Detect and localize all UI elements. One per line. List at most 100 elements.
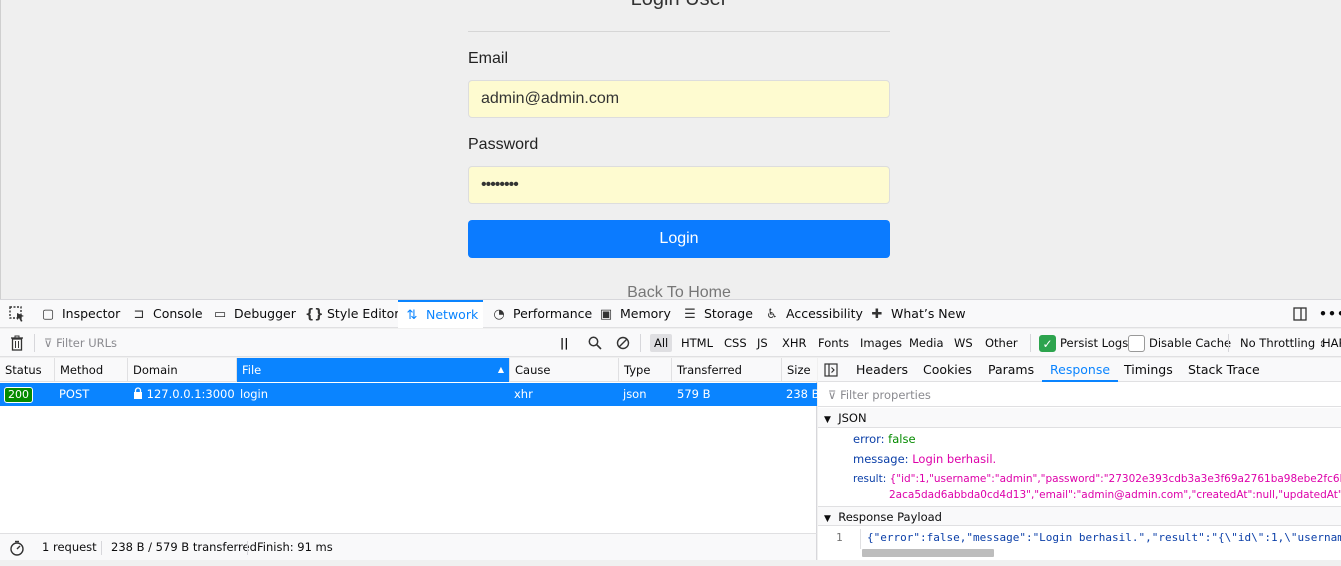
filter-type-images[interactable]: Images — [856, 334, 906, 352]
filter-type-other[interactable]: Other — [981, 334, 1022, 352]
more-options-icon[interactable]: ••• — [1319, 300, 1341, 328]
filter-placeholder: Filter properties — [840, 388, 931, 402]
prop-value: {"id":1,"username":"admin","password":"2… — [889, 473, 1341, 485]
filter-type-all[interactable]: All — [650, 334, 673, 352]
payload-section-header[interactable]: ▼ Response Payload — [818, 506, 1341, 526]
sort-ascending-icon: ▲ — [497, 365, 504, 374]
web-page: Login User Email admin@admin.com Passwor… — [0, 0, 1341, 300]
cell-cause: xhr — [514, 387, 533, 401]
tab-headers[interactable]: Headers — [856, 358, 908, 382]
json-prop-result: result: {"id":1,"username":"admin","pass… — [853, 472, 1341, 486]
cell-status: 200 — [4, 383, 33, 406]
column-size[interactable]: Size — [782, 358, 817, 382]
tab-label: Storage — [704, 306, 753, 321]
tab-accessibility[interactable]: ♿ Accessibility — [764, 300, 863, 328]
tab-timings[interactable]: Timings — [1124, 358, 1173, 382]
horizontal-scrollbar[interactable] — [862, 549, 994, 557]
performance-icon: ◔ — [493, 307, 505, 322]
tab-storage[interactable]: ☰ Storage — [682, 300, 753, 328]
cell-size: 238 B — [786, 387, 820, 401]
prop-key: error: — [853, 432, 885, 446]
tab-label: Debugger — [234, 306, 296, 321]
json-section-header[interactable]: ▼ JSON — [818, 408, 1341, 428]
json-prop-error: error: false — [853, 432, 916, 446]
prop-key: message: — [853, 452, 909, 466]
filter-urls-input[interactable]: ⊽ Filter URLs — [44, 329, 117, 357]
cell-method: POST — [59, 387, 90, 401]
requests-table: Status Method Domain File ▲ Cause Type Tr… — [0, 358, 820, 533]
line-number: 1 — [836, 531, 843, 544]
column-domain[interactable]: Domain — [128, 358, 237, 382]
tab-response[interactable]: Response — [1042, 358, 1119, 382]
console-icon: ⊐ — [133, 307, 145, 322]
tab-style-editor[interactable]: {} Style Editor — [305, 300, 399, 328]
tab-inspector[interactable]: ▢ Inspector — [40, 300, 120, 328]
dock-side-icon[interactable] — [1292, 300, 1308, 328]
column-file-label: File — [242, 363, 262, 377]
network-status-bar: 1 request 238 B / 579 B transferred Fini… — [0, 533, 817, 560]
tab-console[interactable]: ⊐ Console — [131, 300, 203, 328]
column-status[interactable]: Status — [0, 358, 55, 382]
section-label: Response Payload — [838, 510, 942, 524]
checkbox-label: Disable Cache — [1149, 336, 1232, 350]
style-editor-icon: {} — [305, 307, 324, 322]
divider — [468, 31, 890, 32]
divider — [34, 334, 35, 352]
filter-type-html[interactable]: HTML — [677, 334, 717, 352]
disable-cache-checkbox[interactable]: Disable Cache — [1128, 329, 1231, 357]
tab-network[interactable]: ⇅ Network — [398, 300, 483, 328]
response-payload-editor[interactable]: 1 {"error":false,"message":"Login berhas… — [818, 529, 1341, 560]
prop-value: false — [888, 432, 916, 446]
debugger-icon: ▭ — [213, 307, 227, 322]
tab-debugger[interactable]: ▭ Debugger — [212, 300, 296, 328]
filter-type-css[interactable]: CSS — [720, 334, 751, 352]
column-type[interactable]: Type — [619, 358, 672, 382]
section-label: JSON — [838, 411, 867, 425]
filter-type-js[interactable]: JS — [753, 334, 772, 352]
pause-icon[interactable]: || — [560, 329, 568, 357]
lock-icon — [133, 387, 147, 401]
performance-analysis-icon[interactable] — [9, 534, 25, 561]
filter-type-media[interactable]: Media — [905, 334, 948, 352]
filter-properties-input[interactable]: ⊽ Filter properties — [818, 383, 1341, 407]
storage-icon: ☰ — [684, 307, 696, 322]
back-to-home-link[interactable]: Back To Home — [468, 284, 890, 300]
tab-params[interactable]: Params — [988, 358, 1034, 382]
column-file[interactable]: File ▲ — [237, 358, 510, 382]
filter-icon: ⊽ — [828, 388, 837, 402]
tab-stack-trace[interactable]: Stack Trace — [1188, 358, 1260, 382]
network-filter-bar: ⊽ Filter URLs || All HTML CSS JS XHR Fon… — [0, 329, 1341, 357]
filter-type-fonts[interactable]: Fonts — [814, 334, 853, 352]
tab-memory[interactable]: ▣ Memory — [598, 300, 671, 328]
toggle-sidebar-icon[interactable] — [824, 358, 838, 382]
tab-label: Style Editor — [327, 306, 400, 321]
checkbox-checked-icon: ✓ — [1039, 335, 1056, 352]
request-count: 1 request — [42, 540, 97, 554]
tab-cookies[interactable]: Cookies — [923, 358, 972, 382]
column-transferred[interactable]: Transferred — [672, 358, 782, 382]
checkbox-unchecked-icon — [1128, 335, 1145, 352]
filter-type-xhr[interactable]: XHR — [778, 334, 811, 352]
pick-element-icon[interactable] — [8, 300, 26, 328]
password-field[interactable]: •••••••• — [468, 166, 890, 204]
block-icon[interactable] — [616, 329, 630, 357]
network-icon: ⇅ — [406, 308, 418, 323]
har-menu[interactable]: HAR — [1322, 329, 1341, 357]
table-row[interactable]: 200 POST 127.0.0.1:3000 login xhr json 5… — [0, 383, 820, 406]
throttling-select[interactable]: No Throttling ⇕ — [1240, 329, 1326, 357]
column-cause[interactable]: Cause — [510, 358, 619, 382]
filter-type-ws[interactable]: WS — [950, 334, 977, 352]
email-label: Email — [468, 50, 509, 67]
search-icon[interactable] — [588, 329, 602, 357]
persist-logs-checkbox[interactable]: ✓ Persist Logs — [1039, 329, 1128, 357]
triangle-down-icon: ▼ — [824, 514, 831, 524]
payload-code: {"error":false,"message":"Login berhasil… — [860, 529, 1341, 549]
tab-performance[interactable]: ◔ Performance — [491, 300, 592, 328]
trash-icon[interactable] — [10, 329, 24, 357]
memory-icon: ▣ — [599, 307, 613, 322]
table-header: Status Method Domain File ▲ Cause Type Tr… — [0, 358, 817, 382]
login-button[interactable]: Login — [468, 220, 890, 258]
tab-whats-new[interactable]: ✚ What’s New — [869, 300, 966, 328]
email-field[interactable]: admin@admin.com — [468, 80, 890, 118]
column-method[interactable]: Method — [55, 358, 128, 382]
